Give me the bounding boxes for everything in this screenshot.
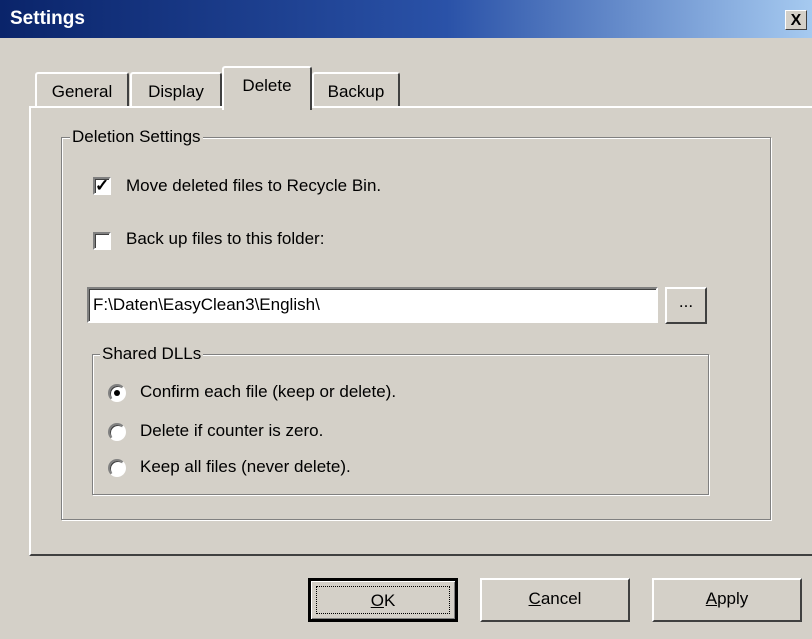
tab-label: Backup	[327, 82, 385, 101]
window-title: Settings	[10, 8, 85, 29]
radio-selected-dot	[114, 390, 120, 396]
tab-label: Display	[148, 82, 204, 101]
close-icon: X	[790, 12, 802, 29]
radio-delete-if-zero-label[interactable]: Delete if counter is zero.	[140, 421, 323, 441]
cancel-button[interactable]: Cancel	[480, 578, 630, 622]
move-to-recycle-checkbox[interactable]: ✓	[93, 177, 111, 195]
backup-files-checkbox[interactable]	[93, 232, 111, 250]
radio-confirm-each-label[interactable]: Confirm each file (keep or delete).	[140, 382, 396, 402]
title-bar: Settings X	[0, 0, 812, 38]
apply-button[interactable]: Apply	[652, 578, 802, 622]
tab-delete[interactable]: Delete	[222, 66, 312, 110]
folder-path-value: F:\Daten\EasyClean3\English\	[93, 295, 320, 314]
close-button[interactable]: X	[785, 10, 807, 30]
backup-files-label[interactable]: Back up files to this folder:	[126, 229, 324, 249]
ok-button[interactable]: OK	[308, 578, 458, 622]
shared-dlls-label: Shared DLLs	[100, 344, 204, 364]
tab-label: Delete	[242, 76, 292, 95]
radio-confirm-each[interactable]	[108, 384, 126, 402]
tab-general[interactable]: General	[35, 72, 129, 108]
tab-backup[interactable]: Backup	[312, 72, 400, 108]
backup-folder-input[interactable]: F:\Daten\EasyClean3\English\	[87, 287, 658, 323]
radio-keep-all-label[interactable]: Keep all files (never delete).	[140, 457, 351, 477]
tab-label: General	[51, 82, 113, 101]
focus-rect: OK	[316, 586, 450, 614]
checkmark-icon: ✓	[95, 176, 110, 195]
ellipsis-icon: ...	[678, 292, 694, 311]
deletion-settings-label: Deletion Settings	[70, 127, 203, 147]
browse-button[interactable]: ...	[665, 287, 707, 324]
move-to-recycle-label[interactable]: Move deleted files to Recycle Bin.	[126, 176, 381, 196]
radio-keep-all[interactable]	[108, 459, 126, 477]
radio-delete-if-zero[interactable]	[108, 423, 126, 441]
tab-display[interactable]: Display	[130, 72, 222, 108]
